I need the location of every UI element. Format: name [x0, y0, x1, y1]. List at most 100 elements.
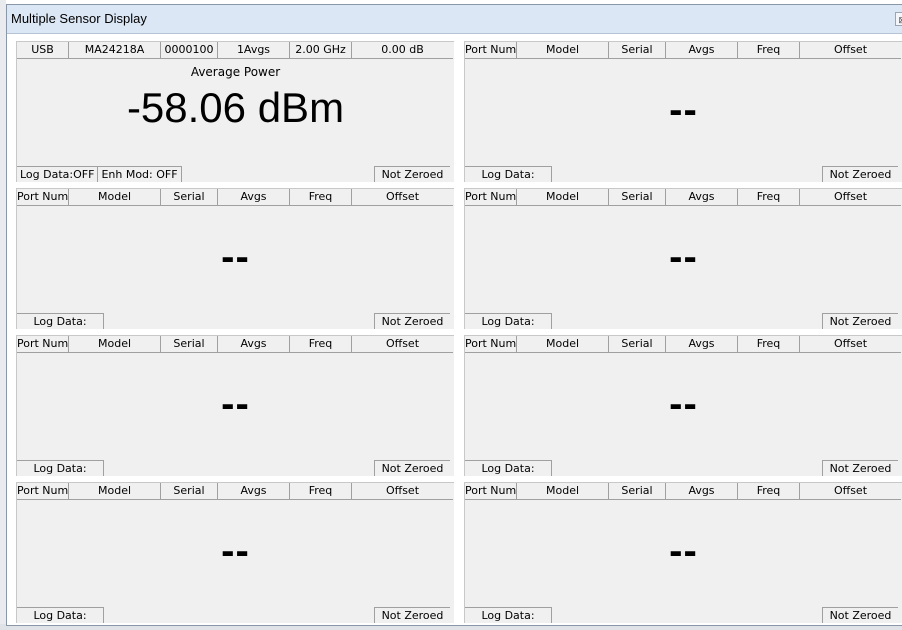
zero-status: Not Zeroed: [374, 166, 450, 182]
freq-header: Freq: [290, 483, 352, 500]
offset-header: Offset: [800, 42, 901, 59]
offset-header: Offset: [352, 336, 453, 353]
port-num-cell: USB: [17, 42, 69, 59]
sensor-panel-5[interactable]: Port Num Model Serial Avgs Freq Offset -…: [16, 335, 454, 476]
panel-header: Port Num Model Serial Avgs Freq Offset: [17, 336, 454, 353]
model-header: Model: [517, 336, 609, 353]
serial-header: Serial: [609, 336, 666, 353]
zero-status: Not Zeroed: [374, 607, 450, 623]
freq-header: Freq: [738, 483, 800, 500]
zero-status: Not Zeroed: [822, 607, 898, 623]
serial-header: Serial: [609, 483, 666, 500]
offset-header: Offset: [800, 336, 901, 353]
panel-header: Port Num Model Serial Avgs Freq Offset: [17, 189, 454, 206]
zero-status: Not Zeroed: [822, 166, 898, 182]
model-cell: MA24218A: [69, 42, 161, 59]
port-num-header: Port Num: [465, 336, 517, 353]
power-reading: -58.06 dBm: [126, 84, 345, 131]
serial-header: Serial: [161, 483, 218, 500]
no-reading-placeholder: --: [669, 235, 698, 279]
log-data-label: Log Data:: [465, 607, 552, 623]
avgs-header: Avgs: [666, 483, 738, 500]
no-reading-placeholder: --: [669, 88, 698, 132]
serial-header: Serial: [609, 42, 666, 59]
panel-footer-left: Log Data:: [17, 607, 104, 623]
freq-header: Freq: [738, 189, 800, 206]
panel-header: Port Num Model Serial Avgs Freq Offset: [465, 42, 902, 59]
avgs-cell: 1Avgs: [218, 42, 290, 59]
log-data-status: Log Data:OFF: [17, 166, 99, 182]
offset-cell: 0.00 dB: [352, 42, 453, 59]
sensor-panel-1[interactable]: USB MA24218A 0000100 1Avgs 2.00 GHz 0.00…: [16, 41, 454, 182]
model-header: Model: [517, 483, 609, 500]
sensor-panel-4[interactable]: Port Num Model Serial Avgs Freq Offset -…: [464, 188, 902, 329]
model-header: Model: [517, 42, 609, 59]
no-reading-placeholder: --: [221, 382, 250, 426]
freq-header: Freq: [290, 189, 352, 206]
zero-status: Not Zeroed: [374, 460, 450, 476]
sensor-panel-7[interactable]: Port Num Model Serial Avgs Freq Offset -…: [16, 482, 454, 623]
avgs-header: Avgs: [666, 42, 738, 59]
zero-status: Not Zeroed: [822, 460, 898, 476]
port-num-header: Port Num: [465, 483, 517, 500]
serial-header: Serial: [161, 189, 218, 206]
freq-header: Freq: [290, 336, 352, 353]
no-reading-placeholder: --: [669, 382, 698, 426]
zero-status: Not Zeroed: [822, 313, 898, 329]
port-num-header: Port Num: [17, 189, 69, 206]
no-reading-placeholder: --: [221, 235, 250, 279]
log-data-label: Log Data:: [17, 313, 104, 329]
no-reading-placeholder: --: [669, 529, 698, 573]
zero-status: Not Zeroed: [374, 313, 450, 329]
panel-footer-left: Log Data:: [465, 607, 552, 623]
panel-footer-left: Log Data:: [17, 313, 104, 329]
panel-header: USB MA24218A 0000100 1Avgs 2.00 GHz 0.00…: [17, 42, 454, 59]
freq-cell: 2.00 GHz: [290, 42, 352, 59]
port-num-header: Port Num: [465, 189, 517, 206]
serial-header: Serial: [609, 189, 666, 206]
offset-header: Offset: [352, 189, 453, 206]
serial-cell: 0000100: [161, 42, 218, 59]
sensor-grid: USB MA24218A 0000100 1Avgs 2.00 GHz 0.00…: [16, 41, 902, 625]
sensor-panel-2[interactable]: Port Num Model Serial Avgs Freq Offset -…: [464, 41, 902, 182]
model-header: Model: [517, 189, 609, 206]
model-header: Model: [69, 189, 161, 206]
port-num-header: Port Num: [465, 42, 517, 59]
offset-header: Offset: [352, 483, 453, 500]
window-title: Multiple Sensor Display: [11, 11, 147, 26]
log-data-label: Log Data:: [465, 460, 552, 476]
panel-header: Port Num Model Serial Avgs Freq Offset: [465, 483, 902, 500]
port-num-header: Port Num: [17, 483, 69, 500]
model-header: Model: [69, 483, 161, 500]
panel-header: Port Num Model Serial Avgs Freq Offset: [465, 336, 902, 353]
no-reading-placeholder: --: [221, 529, 250, 573]
panel-footer-left: Log Data:: [17, 460, 104, 476]
panel-header: Port Num Model Serial Avgs Freq Offset: [17, 483, 454, 500]
panel-footer-left: Log Data:: [465, 166, 552, 182]
panel-header: Port Num Model Serial Avgs Freq Offset: [465, 189, 902, 206]
title-bar[interactable]: Multiple Sensor Display ⊠: [7, 5, 902, 34]
avgs-header: Avgs: [218, 189, 290, 206]
serial-header: Serial: [161, 336, 218, 353]
multiple-sensor-window: Multiple Sensor Display ⊠ USB MA24218A 0…: [6, 4, 902, 626]
freq-header: Freq: [738, 336, 800, 353]
log-data-label: Log Data:: [17, 607, 104, 623]
panel-footer-left: Log Data:: [465, 313, 552, 329]
offset-header: Offset: [800, 483, 901, 500]
port-num-header: Port Num: [17, 336, 69, 353]
avgs-header: Avgs: [218, 336, 290, 353]
panel-footer-left: Log Data:OFF Enh Mod: OFF: [17, 166, 182, 182]
log-data-label: Log Data:: [465, 166, 552, 182]
sensor-panel-6[interactable]: Port Num Model Serial Avgs Freq Offset -…: [464, 335, 902, 476]
sensor-panel-3[interactable]: Port Num Model Serial Avgs Freq Offset -…: [16, 188, 454, 329]
model-header: Model: [69, 336, 161, 353]
avgs-header: Avgs: [666, 336, 738, 353]
panel-footer-left: Log Data:: [465, 460, 552, 476]
log-data-label: Log Data:: [17, 460, 104, 476]
avgs-header: Avgs: [666, 189, 738, 206]
offset-header: Offset: [800, 189, 901, 206]
close-icon[interactable]: ⊠: [895, 12, 902, 26]
log-data-label: Log Data:: [465, 313, 552, 329]
sensor-panel-8[interactable]: Port Num Model Serial Avgs Freq Offset -…: [464, 482, 902, 623]
enh-mod-status: Enh Mod: OFF: [98, 166, 182, 182]
